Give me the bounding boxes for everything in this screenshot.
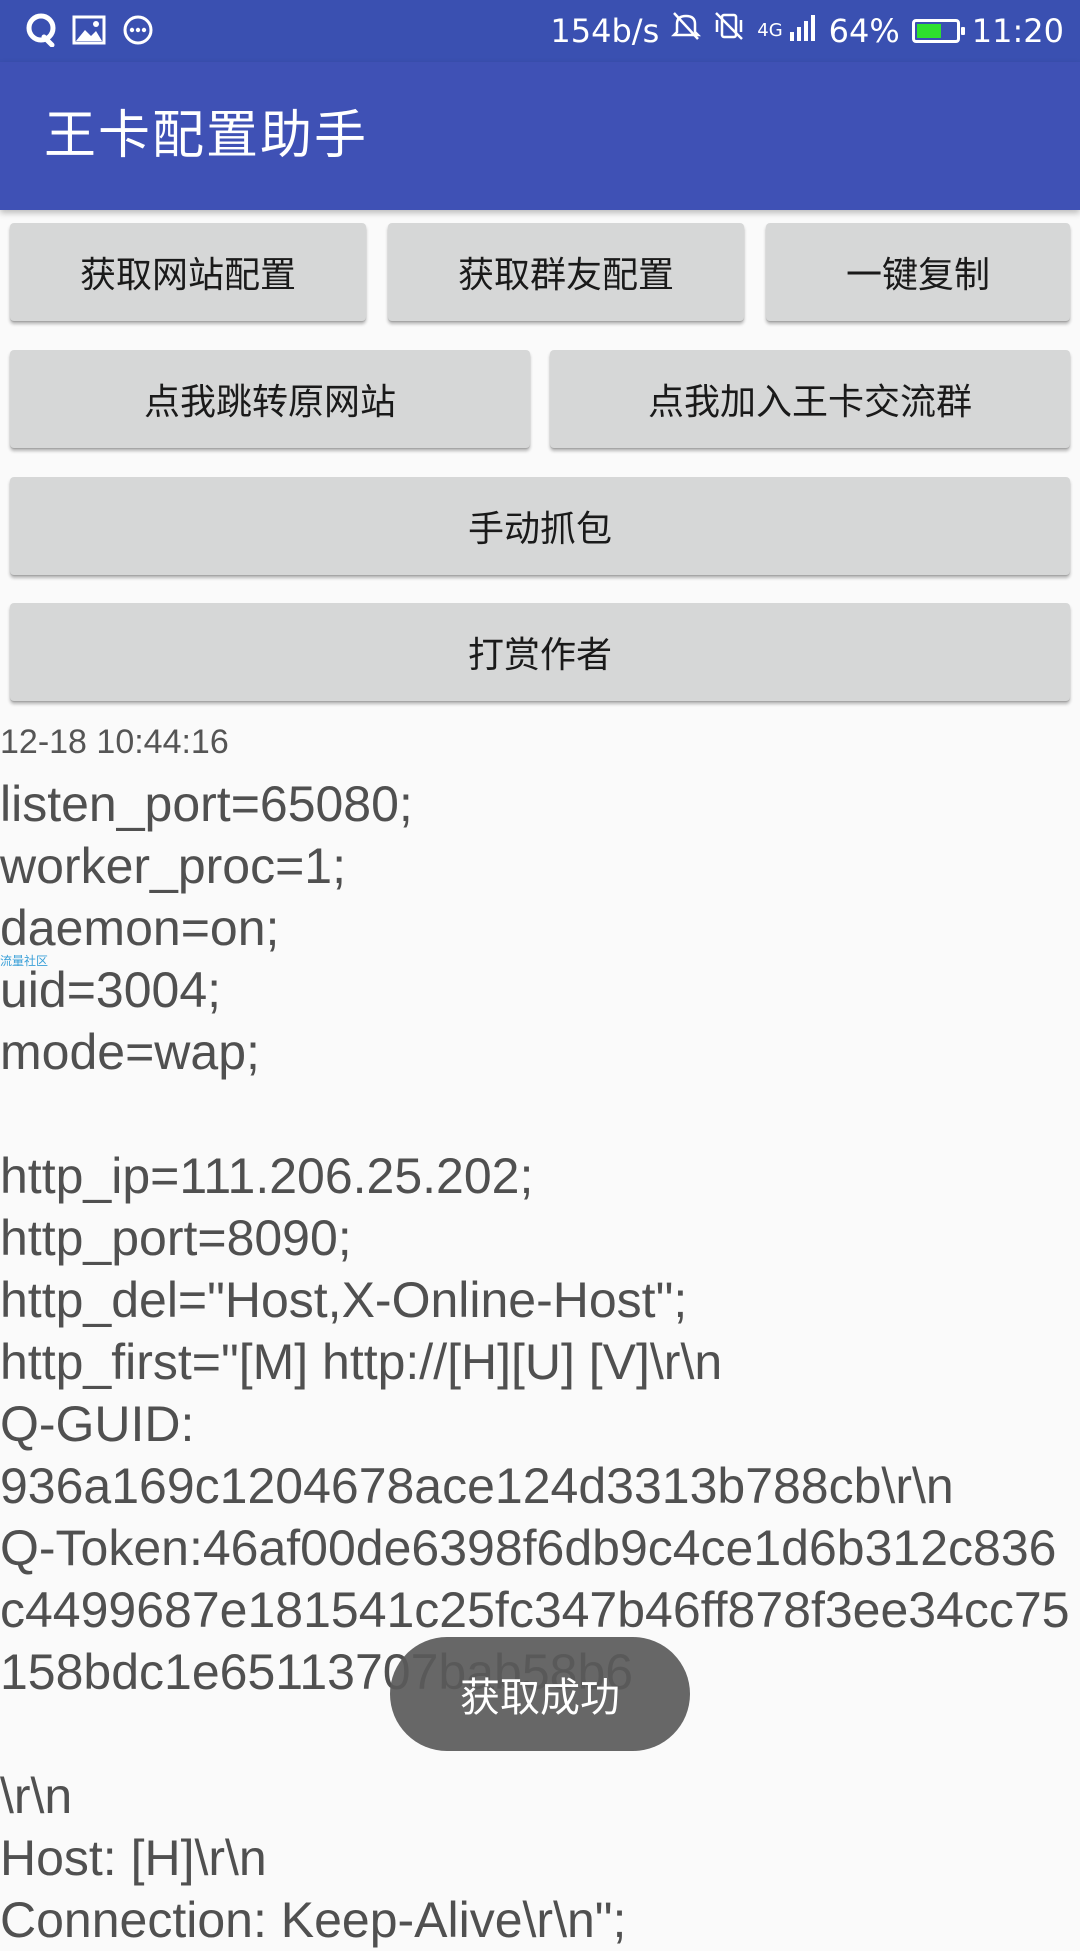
goto-original-site-button[interactable]: 点我跳转原网站 xyxy=(10,350,530,448)
image-icon xyxy=(72,15,106,49)
app-title: 王卡配置助手 xyxy=(44,106,369,166)
signal-icon xyxy=(789,10,817,52)
system-indicators: 154b/s 4G 64% 11:20 xyxy=(550,10,1064,52)
notification-icons xyxy=(26,12,154,52)
app-bar: 王卡配置助手 xyxy=(0,62,1080,210)
config-output: listen_port=65080; worker_proc=1; daemon… xyxy=(0,776,1070,1948)
battery-percent: 64% xyxy=(828,12,900,50)
output-timestamp: 12-18 10:44:16 xyxy=(0,723,229,761)
more-icon xyxy=(122,14,154,50)
mute-icon xyxy=(671,10,702,52)
qq-icon xyxy=(26,13,56,51)
clock: 11:20 xyxy=(971,12,1064,50)
battery-icon xyxy=(911,19,965,43)
manual-capture-button[interactable]: 手动抓包 xyxy=(10,477,1070,575)
get-group-config-button[interactable]: 获取群友配置 xyxy=(388,223,744,321)
watermark-text: 流量社区 xyxy=(0,954,49,968)
join-group-button[interactable]: 点我加入王卡交流群 xyxy=(550,350,1070,448)
network-speed: 154b/s xyxy=(550,12,660,50)
copy-all-button[interactable]: 一键复制 xyxy=(766,223,1070,321)
vibrate-off-icon xyxy=(713,10,745,52)
network-type: 4G xyxy=(757,20,783,41)
donate-button[interactable]: 打赏作者 xyxy=(10,603,1070,701)
status-bar: 154b/s 4G 64% 11:20 xyxy=(0,0,1080,62)
toast-message: 获取成功 xyxy=(390,1637,690,1751)
get-site-config-button[interactable]: 获取网站配置 xyxy=(10,223,366,321)
